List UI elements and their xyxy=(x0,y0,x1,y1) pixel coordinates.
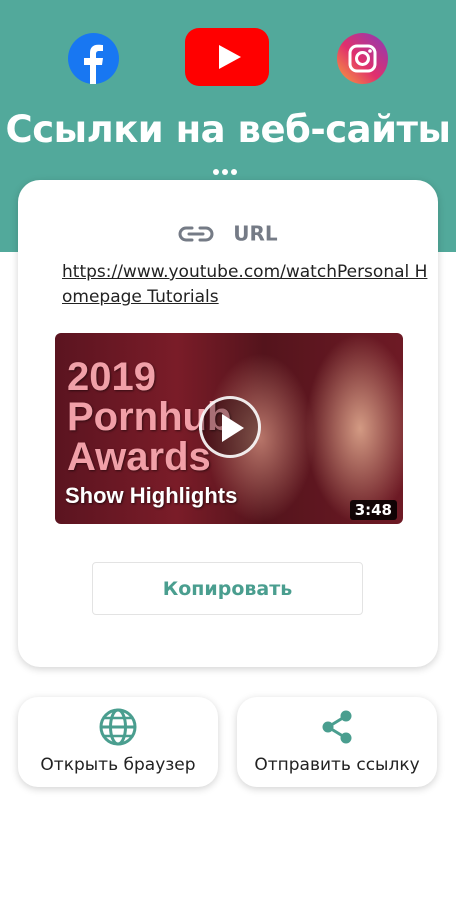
thumbnail-text-year: 2019 xyxy=(67,355,156,399)
url-card: URL https://www.youtube.com/watchPersona… xyxy=(18,180,438,667)
share-icon xyxy=(322,710,352,744)
link-icon xyxy=(178,226,214,241)
social-icons-row xyxy=(0,28,456,88)
video-duration: 3:48 xyxy=(349,500,397,520)
youtube-icon[interactable] xyxy=(185,28,269,86)
thumbnail-text-line3: Awards xyxy=(67,435,211,479)
url-link[interactable]: https://www.youtube.com/watchPersonal Ho… xyxy=(62,260,434,310)
thumbnail-text-line4: Show Highlights xyxy=(65,483,238,508)
open-browser-label: Открыть браузер xyxy=(40,755,196,775)
more-dots-icon[interactable] xyxy=(213,160,243,175)
facebook-icon[interactable] xyxy=(68,33,119,84)
url-header: URL xyxy=(18,220,438,246)
play-icon[interactable] xyxy=(199,396,261,458)
url-label: URL xyxy=(233,221,278,246)
share-link-label: Отправить ссылку xyxy=(254,755,420,775)
video-thumbnail[interactable]: 2019 Pornhub Awards Show Highlights 3:48 xyxy=(55,333,403,524)
share-link-button[interactable]: Отправить ссылку xyxy=(237,697,437,787)
copy-button[interactable]: Копировать xyxy=(92,562,363,615)
instagram-icon[interactable] xyxy=(337,33,388,84)
page-title: Ссылки на веб-сайты xyxy=(5,108,451,151)
open-browser-button[interactable]: Открыть браузер xyxy=(18,697,218,787)
globe-icon xyxy=(99,708,137,746)
